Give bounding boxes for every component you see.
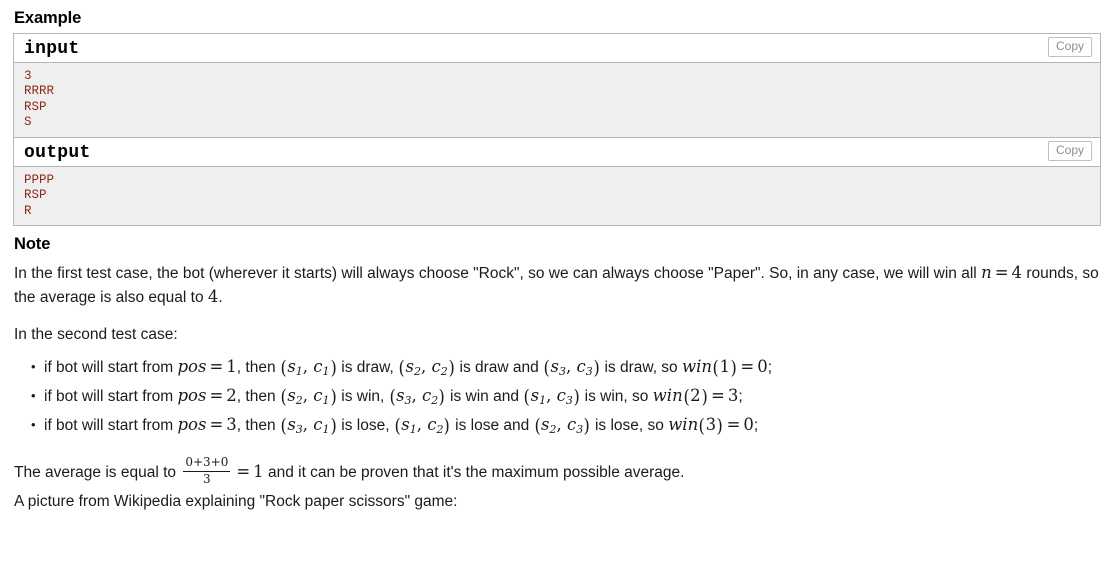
note-body: In the first test case, the bot (whereve… xyxy=(13,259,1101,514)
note-paragraph-4: A picture from Wikipedia explaining "Roc… xyxy=(14,492,458,510)
math-pos-equals: pos = 1 xyxy=(177,357,237,377)
sample-input-title: input xyxy=(24,38,80,59)
math-pair-2: (s3, c2) xyxy=(389,386,446,409)
math-win-expression: win(3) = 0 xyxy=(668,415,754,438)
note-p1-text-a: In the first test case, the bot (whereve… xyxy=(14,265,982,283)
math-pair-3: (s3, c3) xyxy=(543,357,600,380)
sample-output-header: output Copy xyxy=(14,137,1100,167)
note-p3-text-b: and it can be proven that it's the maxim… xyxy=(263,464,685,482)
math-pos-equals: pos = 2 xyxy=(177,386,237,406)
math-pair-1: (s3, c1) xyxy=(280,415,337,438)
example-heading: Example xyxy=(14,9,82,27)
bullet-result-3: is lose, so xyxy=(590,417,669,435)
note-paragraph-2: In the second test case: xyxy=(14,326,178,344)
bullet-result-3: is win, so xyxy=(580,388,653,406)
bullet-then: , then xyxy=(236,417,280,435)
math-pair-3: (s1, c3) xyxy=(523,386,580,409)
sample-block-input: input Copy 3 RRRR RSP S xyxy=(14,33,1100,138)
sample-input-content: 3 RRRR RSP S xyxy=(14,62,1100,137)
math-win-expression: win(2) = 3 xyxy=(652,386,739,409)
math-pair-1: (s2, c1) xyxy=(280,386,337,409)
list-item: if bot will start from pos=1, then (s1, … xyxy=(31,353,1101,382)
math-pair-2: (s1, c2) xyxy=(394,415,451,438)
bullet-result-3: is draw, so xyxy=(600,359,682,377)
note-paragraph-1: In the first test case, the bot (whereve… xyxy=(13,260,1101,310)
bullet-tail: ; xyxy=(738,388,743,406)
fraction-numerator: 0+3+0 xyxy=(185,455,229,470)
bullet-result-2: is lose and xyxy=(450,417,534,435)
bullet-lead: if bot will start from xyxy=(44,359,178,377)
math-pair-2: (s2, c2) xyxy=(398,357,455,380)
math-average-fraction: 0+3+0 3 = 1 xyxy=(183,455,264,486)
bullet-result-1: is lose, xyxy=(336,417,394,435)
math-pos-equals: pos = 3 xyxy=(177,415,237,435)
bullet-then: , then xyxy=(236,388,280,406)
math-pair-3: (s2, c3) xyxy=(534,415,591,438)
note-p1-text-c: . xyxy=(218,289,223,307)
math-win-expression: win(1) = 0 xyxy=(681,357,768,380)
note-bullet-list: if bot will start from pos=1, then (s1, … xyxy=(13,353,1101,440)
math-n-equals-4: n = 4 xyxy=(981,263,1023,283)
note-paragraph-3: The average is equal to 0+3+0 3 = 1 and it … xyxy=(13,444,1101,489)
note-p3-text-a: The average is equal to xyxy=(14,464,181,482)
bullet-tail: ; xyxy=(753,417,759,435)
bullet-result-2: is win and xyxy=(445,388,524,406)
bullet-then: , then xyxy=(236,359,280,377)
copy-input-button[interactable]: Copy xyxy=(1047,36,1092,57)
sample-output-content: PPPP RSP R xyxy=(14,166,1100,226)
sample-tests: input Copy 3 RRRR RSP S output Copy PPPP… xyxy=(13,32,1101,227)
sample-input-header: input Copy xyxy=(14,33,1100,63)
bullet-lead: if bot will start from xyxy=(44,388,178,406)
fraction: 0+3+0 3 xyxy=(183,455,231,487)
bullet-result-2: is draw and xyxy=(455,359,544,377)
fraction-denominator: 3 xyxy=(203,471,211,486)
list-item: if bot will start from pos=3, then (s3, … xyxy=(31,411,1101,440)
sample-output-title: output xyxy=(24,142,91,163)
math-4: 4 xyxy=(207,287,219,307)
note-heading: Note xyxy=(14,235,51,254)
bullet-result-1: is win, xyxy=(336,388,389,406)
copy-output-button[interactable]: Copy xyxy=(1047,140,1092,161)
math-pair-1: (s1, c1) xyxy=(280,357,337,380)
list-item: if bot will start from pos=2, then (s2, … xyxy=(31,382,1101,411)
bullet-result-1: is draw, xyxy=(336,359,399,377)
sample-block-output: output Copy PPPP RSP R xyxy=(14,137,1100,227)
bullet-tail: ; xyxy=(767,359,772,377)
bullet-lead: if bot will start from xyxy=(44,417,178,435)
problem-statement-page: Example input Copy 3 RRRR RSP S output C… xyxy=(0,0,1114,583)
